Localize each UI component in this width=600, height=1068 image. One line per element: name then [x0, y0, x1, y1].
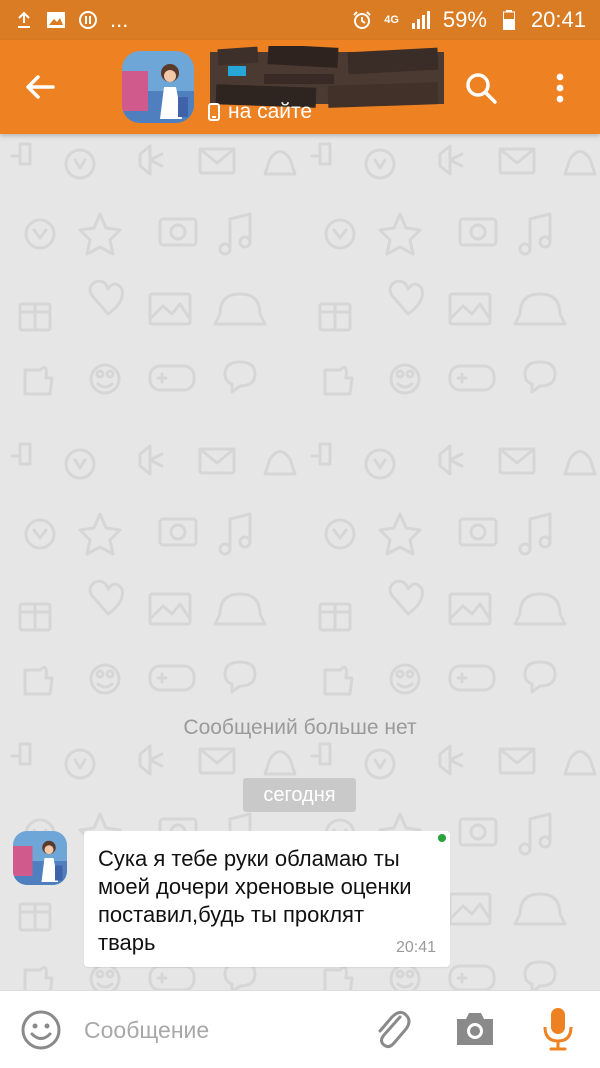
camera-button[interactable]	[454, 1009, 496, 1049]
pause-icon	[78, 10, 98, 30]
battery-percent: 59%	[442, 7, 487, 32]
image-icon	[46, 10, 66, 30]
alarm-icon	[352, 10, 372, 30]
notification-overflow: ...	[110, 7, 129, 32]
signal-icon	[411, 10, 431, 30]
status-bar-left: ...	[14, 7, 128, 33]
microphone-button[interactable]	[540, 1005, 576, 1053]
sender-avatar[interactable]	[13, 831, 67, 885]
network-type: 4G	[384, 14, 399, 26]
date-divider: сегодня	[243, 778, 356, 812]
camera-icon	[457, 1013, 493, 1045]
battery-icon	[499, 10, 519, 30]
no-more-messages: Сообщений больше нет	[183, 716, 417, 739]
microphone-icon	[543, 1008, 573, 1051]
upload-icon	[14, 10, 34, 30]
status-bar: ... 4G 59% 20:41	[0, 0, 600, 40]
clock: 20:41	[530, 7, 586, 32]
arrow-left-icon	[26, 75, 55, 99]
search-icon	[466, 73, 497, 104]
chat-area[interactable]: Сообщений больше нет сегодня Сука я тебе…	[0, 134, 600, 990]
message-time: 20:41	[395, 939, 436, 956]
more-vertical-icon	[556, 73, 564, 103]
emoji-button[interactable]	[20, 1009, 62, 1051]
message-bubble[interactable]: Сука я тебе руки обламаю ты моей дочери …	[84, 831, 450, 967]
chat-header: на сайте	[0, 40, 600, 134]
more-options-button[interactable]	[540, 67, 580, 109]
status-bar-right: 4G 59% 20:41	[352, 7, 586, 33]
attach-button[interactable]	[372, 1007, 412, 1051]
message-text: Сука я тебе руки обламаю ты моей дочери …	[98, 846, 412, 955]
contact-avatar[interactable]	[122, 51, 194, 123]
message-input[interactable]	[82, 1009, 356, 1051]
contact-status: на сайте	[208, 100, 312, 124]
phone-icon	[208, 103, 220, 121]
search-button[interactable]	[460, 67, 502, 109]
contact-status-text: на сайте	[228, 100, 313, 123]
emoji-icon	[21, 1010, 61, 1050]
online-indicator	[438, 834, 446, 842]
paperclip-icon	[378, 1010, 411, 1049]
back-button[interactable]	[18, 65, 62, 109]
message-composer	[0, 990, 600, 1068]
